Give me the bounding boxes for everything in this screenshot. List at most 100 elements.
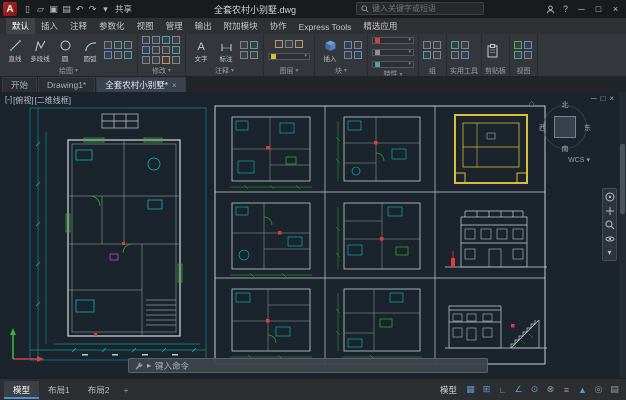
ortho-icon[interactable]: ∟ <box>495 382 510 397</box>
stretch-tool-icon[interactable] <box>162 46 170 54</box>
utilities-panel-label[interactable]: 实用工具 <box>447 65 481 76</box>
print-icon[interactable]: ▤ <box>60 2 73 16</box>
explode-tool-icon[interactable] <box>172 56 180 64</box>
trim-tool-icon[interactable] <box>162 36 170 44</box>
layout-tab-model[interactable]: 模型 <box>4 381 39 399</box>
drawing-close-icon[interactable]: × <box>609 94 614 103</box>
interface-icon[interactable] <box>524 51 532 59</box>
erase-tool-icon[interactable] <box>162 56 170 64</box>
modify-panel-label[interactable]: 修改 ▾ <box>138 65 185 76</box>
restore-button[interactable]: □ <box>590 1 607 17</box>
file-tab-current[interactable]: 全套农村小别墅* × <box>96 77 185 92</box>
fillet-tool-icon[interactable] <box>152 46 160 54</box>
layout-tab-layout1[interactable]: 布局1 <box>39 381 79 399</box>
linetype-dropdown[interactable]: ▾ <box>372 61 414 68</box>
ribbon-tab-express-tools[interactable]: Express Tools <box>293 20 358 34</box>
ribbon-tab-manage[interactable]: 管理 <box>160 18 189 34</box>
layout-tab-layout2[interactable]: 布局2 <box>79 381 119 399</box>
add-layout-button[interactable]: + <box>118 382 133 398</box>
app-logo-icon[interactable]: A <box>3 2 17 16</box>
viewcube[interactable]: ⌂ 北 西 东 南 <box>538 100 592 154</box>
groups-panel-label[interactable]: 组 <box>419 65 446 76</box>
properties-panel-label[interactable]: 特性 ▾ <box>368 69 418 76</box>
drawing-canvas[interactable]: [-] [俯视] [二维线框] ─ □ × <box>0 92 626 378</box>
paste-icon[interactable] <box>486 44 499 58</box>
rectangle-tool-icon[interactable] <box>104 41 112 49</box>
block-panel-label[interactable]: 块 ▾ <box>315 65 367 76</box>
layers-panel-label[interactable]: 图层 ▾ <box>264 65 314 76</box>
group-manager-icon[interactable] <box>433 51 441 59</box>
quick-calc-icon[interactable] <box>461 51 469 59</box>
quick-select-icon[interactable] <box>461 41 469 49</box>
navbar-more-icon[interactable]: ▾ <box>604 247 615 258</box>
polar-tracking-icon[interactable]: ∠ <box>511 382 526 397</box>
offset-tool-icon[interactable] <box>152 56 160 64</box>
measure-tool-icon[interactable] <box>451 41 459 49</box>
array-tool-icon[interactable] <box>142 56 150 64</box>
text-button[interactable]: A 文字 <box>190 39 212 63</box>
help-icon[interactable]: ? <box>558 1 573 17</box>
id-point-icon[interactable] <box>451 51 459 59</box>
save-icon[interactable]: ▣ <box>47 2 60 16</box>
account-icon[interactable] <box>543 1 558 17</box>
ribbon-tab-collaborate[interactable]: 协作 <box>264 18 293 34</box>
viewcube-north-label[interactable]: 北 <box>538 100 592 110</box>
share-button[interactable]: 共享 <box>115 3 132 15</box>
model-space-toggle[interactable]: 模型 <box>435 384 462 396</box>
insert-block-button[interactable]: 插入 <box>319 39 341 63</box>
lineweight-display-icon[interactable]: ≡ <box>559 382 574 397</box>
named-views-icon[interactable] <box>514 41 522 49</box>
annotation-panel-label[interactable]: 注释 ▾ <box>186 65 263 76</box>
open-file-icon[interactable]: ▱ <box>34 2 47 16</box>
viewcube-west-label[interactable]: 西 <box>539 123 546 133</box>
viewcube-east-label[interactable]: 东 <box>584 123 591 133</box>
zoom-icon[interactable] <box>604 219 615 230</box>
workspace-switch-icon[interactable]: ◎ <box>591 382 606 397</box>
rotate-tool-icon[interactable] <box>152 36 160 44</box>
vertical-scrollbar[interactable] <box>619 92 626 378</box>
layer-freeze-icon[interactable] <box>295 40 303 48</box>
clipboard-panel-label[interactable]: 剪贴板 <box>482 65 509 76</box>
block-attributes-icon[interactable] <box>344 51 352 59</box>
viewcube-face[interactable] <box>554 116 576 138</box>
ribbon-tab-addins[interactable]: 附加模块 <box>218 18 264 34</box>
centerline-tool-icon[interactable] <box>250 51 258 59</box>
group-edit-icon[interactable] <box>423 51 431 59</box>
circle-button[interactable]: 圆 <box>54 39 76 63</box>
ribbon-tab-output[interactable]: 输出 <box>189 18 218 34</box>
pan-icon[interactable] <box>604 205 615 216</box>
layer-properties-icon[interactable] <box>275 40 283 48</box>
grid-icon[interactable]: ▦ <box>463 382 478 397</box>
ungroup-icon[interactable] <box>433 41 441 49</box>
ellipse-tool-icon[interactable] <box>114 41 122 49</box>
table-tool-icon[interactable] <box>250 41 258 49</box>
command-input[interactable]: 键入命令 <box>155 360 189 372</box>
home-icon[interactable]: ⌂ <box>529 98 534 108</box>
layer-dropdown[interactable]: ▾ <box>268 53 310 60</box>
viewport-config-icon[interactable] <box>524 41 532 49</box>
hatch-tool-icon[interactable] <box>124 41 132 49</box>
object-snap-icon[interactable]: ⊙ <box>527 382 542 397</box>
ribbon-tab-view[interactable]: 视图 <box>131 18 160 34</box>
spline-tool-icon[interactable] <box>104 51 112 59</box>
dimension-button[interactable]: 标注 <box>215 39 237 63</box>
edit-block-icon[interactable] <box>354 41 362 49</box>
group-icon[interactable] <box>423 41 431 49</box>
arc-button[interactable]: 圆弧 <box>79 39 101 63</box>
layer-off-icon[interactable] <box>285 40 293 48</box>
mleader-tool-icon[interactable] <box>240 51 248 59</box>
snap-icon[interactable]: ⊞ <box>479 382 494 397</box>
search-input[interactable] <box>372 4 479 13</box>
leader-tool-icon[interactable] <box>240 41 248 49</box>
new-file-icon[interactable]: ▯ <box>21 2 34 16</box>
object-snap-tracking-icon[interactable]: ⊗ <box>543 382 558 397</box>
ribbon-tab-insert[interactable]: 插入 <box>35 18 64 34</box>
file-tab-start[interactable]: 开始 <box>2 77 37 92</box>
draw-panel-label[interactable]: 绘图 ▾ <box>0 65 137 76</box>
scrollbar-thumb[interactable] <box>620 144 625 214</box>
viewport-menu-button[interactable]: [-] <box>5 95 12 106</box>
polyline-button[interactable]: 多段线 <box>29 39 51 63</box>
qat-dropdown-icon[interactable]: ▾ <box>99 2 112 16</box>
undo-icon[interactable]: ↶ <box>73 2 86 16</box>
lineweight-dropdown[interactable]: ▾ <box>372 49 414 56</box>
